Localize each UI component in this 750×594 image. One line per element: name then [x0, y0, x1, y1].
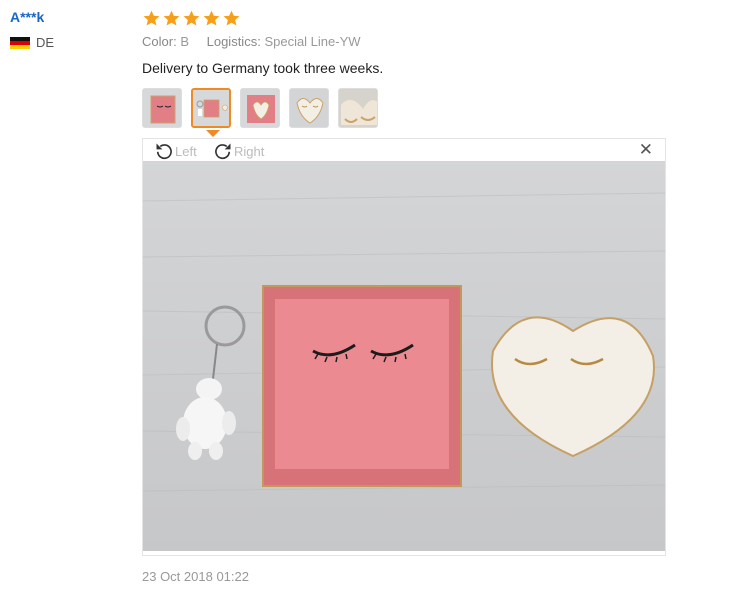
thumbnail-2[interactable] — [191, 88, 231, 128]
selected-thumbnail-pointer — [206, 130, 220, 137]
logistics-value: Special Line-YW — [264, 34, 361, 49]
color-value: B — [180, 34, 189, 49]
thumbnail-strip — [142, 88, 378, 128]
star-icon — [223, 10, 240, 26]
star-icon — [203, 10, 220, 26]
germany-flag-icon — [10, 36, 30, 49]
reviewer-name[interactable]: A***k — [10, 9, 54, 25]
star-icon — [143, 10, 160, 26]
thumbnail-3[interactable] — [240, 88, 280, 128]
rotate-left-label: Left — [175, 143, 197, 159]
star-rating — [142, 8, 666, 28]
rotate-left-icon — [156, 143, 172, 160]
review-comment: Delivery to Germany took three weeks. — [142, 60, 384, 76]
star-icon — [183, 10, 200, 26]
logistics-label: Logistics: — [206, 34, 261, 49]
review-date: 23 Oct 2018 01:22 — [142, 569, 249, 584]
color-label: Color: — [142, 34, 177, 49]
review-photo — [143, 161, 665, 551]
viewer-toolbar: Left Right ✕ — [143, 139, 665, 161]
rotate-left-button[interactable]: Left — [153, 141, 197, 161]
rotate-right-label: Right — [234, 143, 265, 159]
star-icon — [163, 10, 180, 26]
rotate-right-button[interactable]: Right — [212, 141, 264, 161]
purchase-attributes: Color: B Logistics: Special Line-YW — [142, 34, 666, 49]
image-viewer: Left Right ✕ — [142, 138, 666, 556]
reviewer-info: A***k DE — [10, 9, 54, 50]
thumbnail-4[interactable] — [289, 88, 329, 128]
rotate-right-icon — [215, 143, 231, 160]
review-body: Color: B Logistics: Special Line-YW Deli… — [142, 8, 666, 76]
thumbnail-5[interactable] — [338, 88, 378, 128]
close-icon[interactable]: ✕ — [639, 141, 653, 158]
reviewer-country: DE — [10, 35, 54, 50]
country-code: DE — [36, 35, 55, 50]
thumbnail-1[interactable] — [142, 88, 182, 128]
